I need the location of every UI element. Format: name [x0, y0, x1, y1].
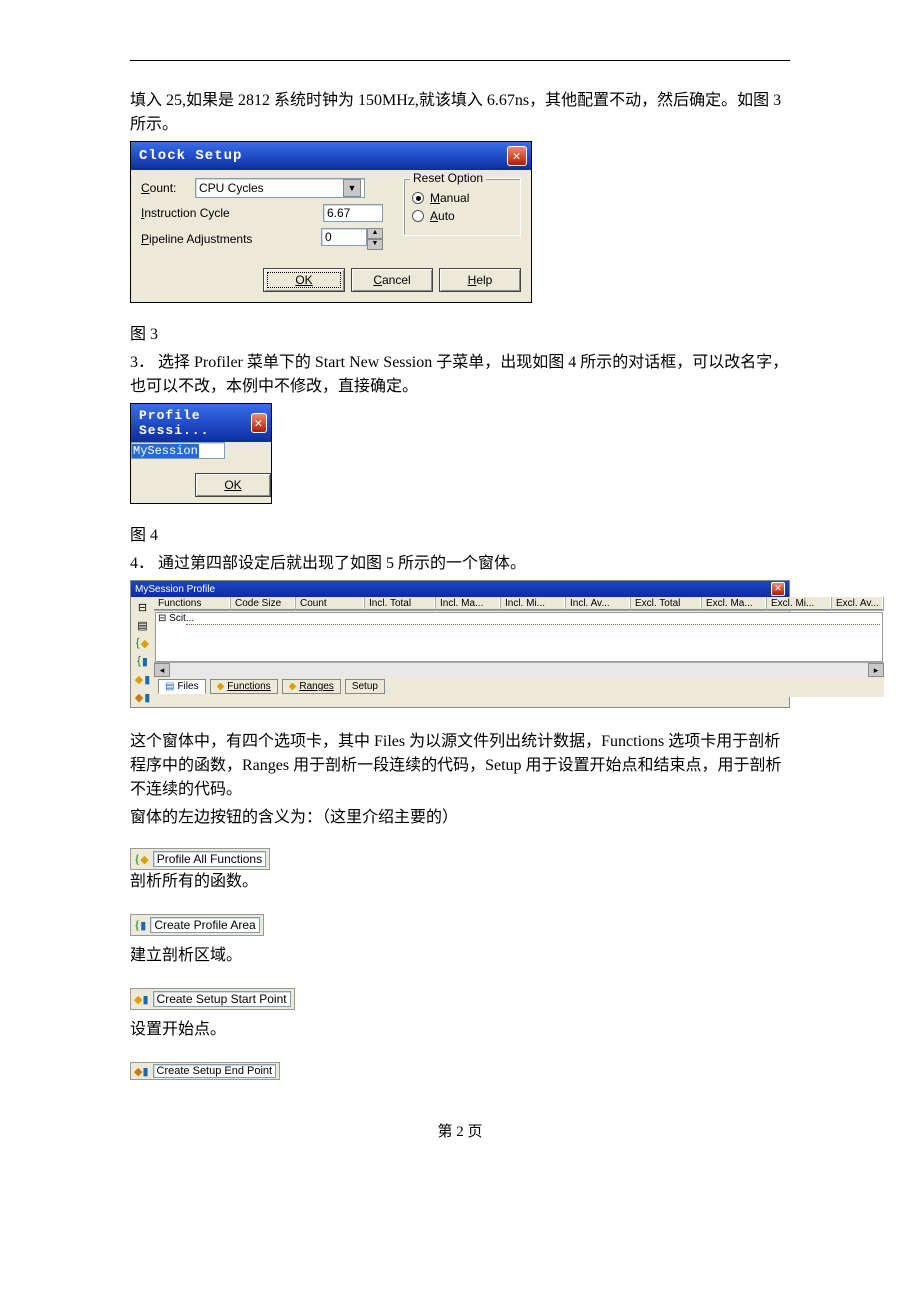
ok-button[interactable]: OK: [263, 268, 345, 292]
dialog-title: Clock Setup: [139, 148, 242, 164]
spinner-up-icon[interactable]: ▲: [367, 228, 383, 239]
manual-label: Manual: [430, 191, 469, 205]
col-excl-min[interactable]: Excl. Mi...: [767, 597, 832, 610]
close-icon[interactable]: ✕: [771, 582, 785, 596]
reset-option-group: Reset Option Manual Auto: [403, 178, 521, 236]
dialog-title: Profile Sessi...: [139, 408, 251, 438]
tree-guide: [186, 624, 880, 626]
tooltip-label: Create Setup Start Point: [153, 991, 291, 1007]
body-text: 窗体的左边按钮的含义为：（这里介绍主要的）: [130, 806, 790, 830]
col-excl-max[interactable]: Excl. Ma...: [702, 597, 767, 610]
horizontal-scrollbar[interactable]: ◂ ▸: [154, 662, 884, 677]
pipeline-value[interactable]: 0: [321, 228, 367, 246]
body-text: 4． 通过第四部设定后就出现了如图 5 所示的一个窗体。: [130, 552, 790, 576]
col-excl-total[interactable]: Excl. Total: [631, 597, 702, 610]
create-profile-area-icon: {▮: [134, 916, 146, 934]
profile-all-functions-icon: {◆: [134, 850, 149, 868]
help-button[interactable]: Help: [439, 268, 521, 292]
page-footer: 第 2 页: [130, 1120, 790, 1141]
table-row[interactable]: ⊟ Scit...: [156, 613, 882, 624]
body-text: 这个窗体中，有四个选项卡，其中 Files 为以源文件列出统计数据，Functi…: [130, 730, 790, 802]
count-label: Count:: [141, 181, 189, 195]
instruction-cycle-input[interactable]: 6.67: [323, 204, 383, 222]
auto-radio[interactable]: Auto: [412, 209, 512, 223]
body-text: 建立剖析区域。: [130, 944, 790, 968]
tooltip-label: Profile All Functions: [153, 851, 266, 867]
ok-button[interactable]: OK: [195, 473, 271, 497]
count-combobox[interactable]: CPU Cycles ▼: [195, 178, 365, 198]
close-icon[interactable]: ✕: [251, 413, 267, 433]
scroll-right-icon[interactable]: ▸: [868, 663, 884, 677]
reset-option-legend: Reset Option: [410, 171, 486, 185]
dialog-titlebar[interactable]: Profile Sessi... ✕: [131, 404, 271, 442]
col-incl-total[interactable]: Incl. Total: [365, 597, 436, 610]
radio-icon: [412, 192, 424, 204]
profile-all-functions-button[interactable]: {◆ Profile All Functions: [130, 848, 270, 870]
cancel-button[interactable]: Cancel: [351, 268, 433, 292]
tab-files[interactable]: ▤Files: [158, 679, 206, 694]
tooltip-label: Create Profile Area: [150, 917, 259, 933]
list-icon[interactable]: ▤: [133, 617, 152, 633]
col-incl-max[interactable]: Incl. Ma...: [436, 597, 501, 610]
pipeline-label: Pipeline Adjustments: [141, 232, 252, 246]
profile-columns-header: Functions Code Size Count Incl. Total In…: [154, 597, 884, 611]
create-start-point-icon[interactable]: ◆▮: [133, 671, 152, 687]
radio-icon: [412, 210, 424, 222]
tab-setup[interactable]: Setup: [345, 679, 385, 694]
create-start-point-button[interactable]: ◆▮ Create Setup Start Point: [130, 988, 295, 1010]
expand-icon[interactable]: ⊟: [133, 599, 152, 615]
session-name-value: MySession: [132, 444, 199, 458]
profile-all-functions-icon[interactable]: {◆: [133, 635, 152, 651]
col-incl-avg[interactable]: Incl. Av...: [566, 597, 631, 610]
tab-functions[interactable]: ◆Functions: [210, 679, 278, 694]
auto-label: Auto: [430, 209, 455, 223]
manual-radio[interactable]: Manual: [412, 191, 512, 205]
pipeline-spinner[interactable]: 0 ▲ ▼: [321, 228, 383, 250]
body-text: 3． 选择 Profiler 菜单下的 Start New Session 子菜…: [130, 351, 790, 399]
tab-ranges[interactable]: ◆Ranges: [282, 679, 341, 694]
session-name-input[interactable]: MySession: [131, 442, 225, 459]
chevron-down-icon[interactable]: ▼: [343, 179, 361, 197]
horizontal-rule: [130, 60, 790, 61]
profile-title: MySession Profile: [135, 584, 215, 595]
profile-side-toolbar: ⊟ ▤ {◆ {▮ ◆▮ ◆▮: [131, 597, 154, 707]
col-incl-min[interactable]: Incl. Mi...: [501, 597, 566, 610]
tooltip-label: Create Setup End Point: [153, 1064, 277, 1078]
spinner-down-icon[interactable]: ▼: [367, 239, 383, 250]
figure-caption: 图 3: [130, 323, 790, 347]
col-functions[interactable]: Functions: [154, 597, 231, 610]
instruction-cycle-label: Instruction Cycle: [141, 206, 230, 220]
figure-caption: 图 4: [130, 524, 790, 548]
close-icon[interactable]: ✕: [507, 146, 527, 166]
create-start-point-icon: ◆▮: [134, 990, 149, 1008]
dialog-titlebar[interactable]: Clock Setup ✕: [131, 142, 531, 170]
col-excl-avg[interactable]: Excl. Av...: [832, 597, 884, 610]
create-profile-area-button[interactable]: {▮ Create Profile Area: [130, 914, 264, 936]
body-text: 剖析所有的函数。: [130, 870, 790, 894]
profile-tabs: ▤Files ◆Functions ◆Ranges Setup: [154, 677, 884, 697]
create-end-point-icon[interactable]: ◆▮: [133, 689, 152, 705]
count-value: CPU Cycles: [199, 181, 264, 195]
col-codesize[interactable]: Code Size: [231, 597, 296, 610]
create-end-point-button[interactable]: ◆▮ Create Setup End Point: [130, 1062, 280, 1080]
scroll-left-icon[interactable]: ◂: [154, 663, 170, 677]
profile-session-dialog: Profile Sessi... ✕ MySession OK: [130, 403, 272, 504]
create-end-point-icon: ◆▮: [134, 1065, 149, 1078]
col-count[interactable]: Count: [296, 597, 365, 610]
body-text: 设置开始点。: [130, 1018, 790, 1042]
clock-setup-dialog: Clock Setup ✕ Count: CPU Cycles ▼ Instru…: [130, 141, 532, 303]
profile-window: MySession Profile ✕ ⊟ ▤ {◆ {▮ ◆▮ ◆▮ Func…: [130, 580, 790, 708]
profile-rows[interactable]: ⊟ Scit...: [155, 612, 883, 662]
body-text: 填入 25,如果是 2812 系统时钟为 150MHz,就该填入 6.67ns，…: [130, 89, 790, 137]
create-profile-area-icon[interactable]: {▮: [133, 653, 152, 669]
profile-titlebar[interactable]: MySession Profile ✕: [131, 581, 789, 597]
